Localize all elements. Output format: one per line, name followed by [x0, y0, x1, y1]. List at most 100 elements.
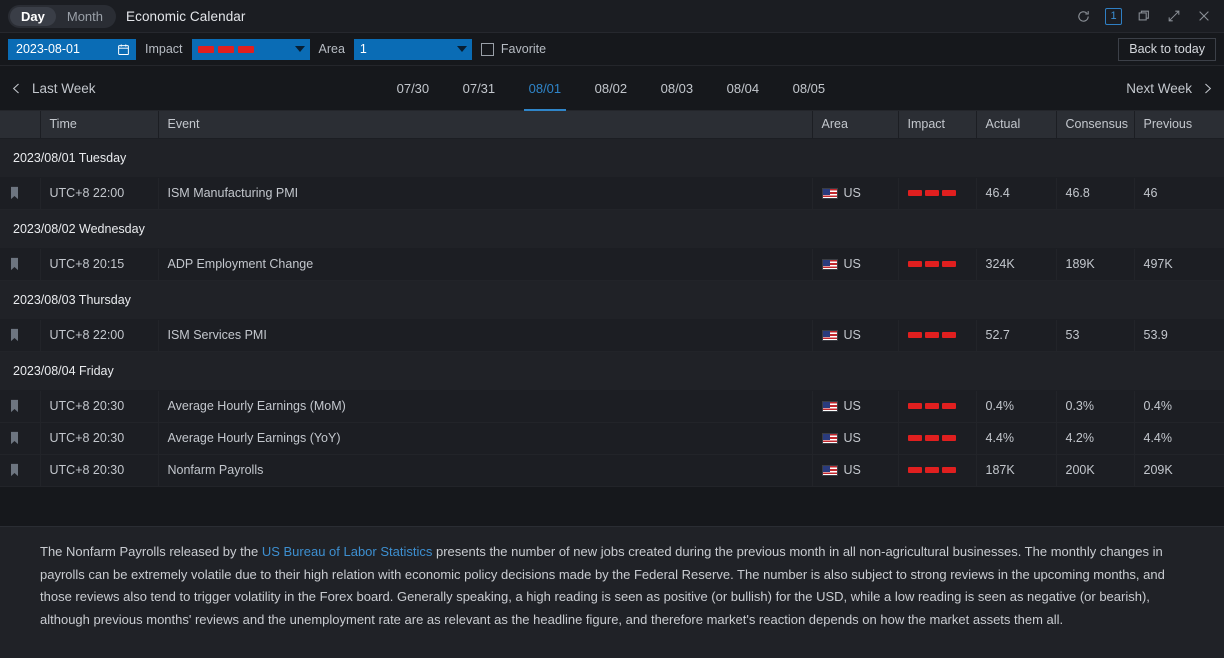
expand-icon[interactable] [1165, 8, 1182, 25]
day-tab-0730[interactable]: 07/30 [380, 66, 446, 111]
date-group-label: 2023/08/04 Friday [0, 351, 1224, 390]
row-actual: 187K [976, 454, 1056, 486]
row-previous: 497K [1134, 248, 1224, 280]
row-consensus: 189K [1056, 248, 1134, 280]
row-time: UTC+8 20:30 [40, 390, 158, 422]
last-week-label: Last Week [32, 81, 96, 96]
restore-window-icon[interactable] [1135, 8, 1152, 25]
table-row[interactable]: UTC+8 20:30Average Hourly Earnings (YoY)… [0, 422, 1224, 454]
column-header-consensus: Consensus [1056, 111, 1134, 138]
row-area: US [812, 422, 898, 454]
view-mode-month[interactable]: Month [56, 7, 114, 26]
bookmark-icon[interactable] [9, 186, 31, 200]
day-tabs: 07/30 07/31 08/01 08/02 08/03 08/04 08/0… [380, 66, 842, 111]
table-row[interactable]: UTC+8 20:15ADP Employment ChangeUS324K18… [0, 248, 1224, 280]
favorite-checkbox[interactable] [481, 43, 494, 56]
row-area-label: US [844, 463, 861, 477]
date-group-header: 2023/08/03 Thursday [0, 280, 1224, 319]
us-flag-icon [822, 465, 838, 476]
date-group-header: 2023/08/02 Wednesday [0, 209, 1224, 248]
us-flag-icon [822, 330, 838, 341]
day-tab-0731[interactable]: 07/31 [446, 66, 512, 111]
area-filter-label: Area [319, 42, 345, 56]
filter-bar: 2023-08-01 Impact Area 1 Favorite Back t… [0, 33, 1224, 66]
description-part-1: The Nonfarm Payrolls released by the [40, 544, 262, 559]
bookmark-icon[interactable] [9, 257, 31, 271]
row-event: ISM Services PMI [158, 319, 812, 351]
day-tab-0801[interactable]: 08/01 [512, 66, 578, 111]
table-row[interactable]: UTC+8 20:30Nonfarm PayrollsUS187K200K209… [0, 454, 1224, 486]
row-area-label: US [844, 328, 861, 342]
column-header-bookmark [0, 111, 40, 138]
impact-filter-dropdown[interactable] [192, 39, 310, 60]
bls-link[interactable]: US Bureau of Labor Statistics [262, 544, 433, 559]
impact-bars [908, 435, 967, 441]
row-consensus: 53 [1056, 319, 1134, 351]
impact-bars [908, 190, 967, 196]
day-tab-0805[interactable]: 08/05 [776, 66, 842, 111]
row-time: UTC+8 22:00 [40, 177, 158, 209]
date-picker[interactable]: 2023-08-01 [8, 39, 136, 60]
row-event: Average Hourly Earnings (YoY) [158, 422, 812, 454]
row-event: ISM Manufacturing PMI [158, 177, 812, 209]
row-area-label: US [844, 431, 861, 445]
area-filter-dropdown[interactable]: 1 [354, 39, 472, 60]
row-bookmark-cell[interactable] [0, 177, 40, 209]
window-controls: 1 [1075, 8, 1218, 25]
row-time: UTC+8 20:30 [40, 422, 158, 454]
column-header-impact: Impact [898, 111, 976, 138]
day-tab-0804[interactable]: 08/04 [710, 66, 776, 111]
impact-filter-bars [198, 46, 254, 53]
row-bookmark-cell[interactable] [0, 319, 40, 351]
event-description-text: The Nonfarm Payrolls released by the US … [40, 541, 1184, 631]
date-group-header: 2023/08/04 Friday [0, 351, 1224, 390]
table-header-row: Time Event Area Impact Actual Consensus … [0, 111, 1224, 138]
favorite-filter[interactable]: Favorite [481, 42, 546, 56]
table-row[interactable]: UTC+8 20:30Average Hourly Earnings (MoM)… [0, 390, 1224, 422]
bookmark-icon[interactable] [9, 399, 31, 413]
chevron-down-icon [457, 46, 467, 52]
next-week-button[interactable]: Next Week [1126, 81, 1214, 96]
us-flag-icon [822, 188, 838, 199]
day-tab-0803[interactable]: 08/03 [644, 66, 710, 111]
row-event: Nonfarm Payrolls [158, 454, 812, 486]
row-previous: 0.4% [1134, 390, 1224, 422]
row-actual: 0.4% [976, 390, 1056, 422]
impact-bars [908, 332, 967, 338]
close-icon[interactable] [1195, 8, 1212, 25]
column-header-previous: Previous [1134, 111, 1224, 138]
calendar-table-container: Time Event Area Impact Actual Consensus … [0, 111, 1224, 526]
window-count-badge[interactable]: 1 [1105, 8, 1122, 25]
bookmark-icon[interactable] [9, 431, 31, 445]
view-mode-switcher[interactable]: Day Month [8, 5, 116, 28]
table-row[interactable]: UTC+8 22:00ISM Manufacturing PMIUS46.446… [0, 177, 1224, 209]
row-impact [898, 177, 976, 209]
table-row[interactable]: UTC+8 22:00ISM Services PMIUS52.75353.9 [0, 319, 1224, 351]
row-impact [898, 422, 976, 454]
title-bar: Day Month Economic Calendar 1 [0, 0, 1224, 33]
row-consensus: 200K [1056, 454, 1134, 486]
row-bookmark-cell[interactable] [0, 422, 40, 454]
bookmark-icon[interactable] [9, 463, 31, 477]
view-mode-day[interactable]: Day [10, 7, 56, 26]
bookmark-icon[interactable] [9, 328, 31, 342]
row-bookmark-cell[interactable] [0, 390, 40, 422]
last-week-button[interactable]: Last Week [10, 81, 96, 96]
row-consensus: 4.2% [1056, 422, 1134, 454]
row-previous: 46 [1134, 177, 1224, 209]
row-bookmark-cell[interactable] [0, 248, 40, 280]
day-tab-0802[interactable]: 08/02 [578, 66, 644, 111]
date-group-label: 2023/08/02 Wednesday [0, 209, 1224, 248]
calendar-icon [117, 43, 130, 56]
back-to-today-button[interactable]: Back to today [1118, 38, 1216, 61]
date-group-label: 2023/08/01 Tuesday [0, 138, 1224, 177]
economic-calendar-window: Day Month Economic Calendar 1 [0, 0, 1224, 658]
refresh-icon[interactable] [1075, 8, 1092, 25]
row-bookmark-cell[interactable] [0, 454, 40, 486]
row-consensus: 46.8 [1056, 177, 1134, 209]
row-area: US [812, 248, 898, 280]
us-flag-icon [822, 259, 838, 270]
impact-filter-label: Impact [145, 42, 183, 56]
row-actual: 4.4% [976, 422, 1056, 454]
row-area-label: US [844, 186, 861, 200]
